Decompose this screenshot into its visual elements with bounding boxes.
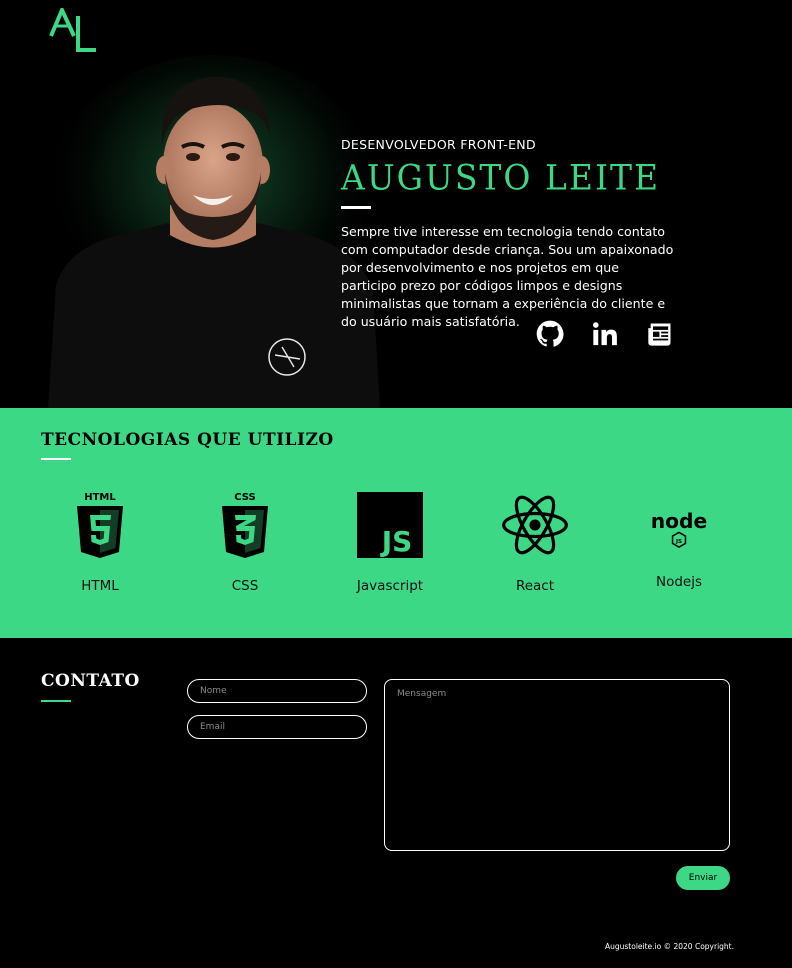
linkedin-link[interactable] <box>591 320 619 348</box>
hero-text: DESENVOLVEDOR FRONT-END AUGUSTO LEITE Se… <box>341 137 676 331</box>
tech-label: CSS <box>231 578 259 594</box>
contact-title-underline <box>41 700 71 702</box>
svg-text:JS: JS <box>380 525 413 558</box>
name-input[interactable] <box>187 679 367 703</box>
resume-link[interactable] <box>646 320 674 348</box>
resume-icon <box>648 323 671 346</box>
tech-label: React <box>515 578 555 594</box>
github-link[interactable] <box>536 320 564 348</box>
technologies-title: TECNOLOGIAS QUE UTILIZO <box>41 430 334 450</box>
svg-text:JS: JS <box>675 539 682 545</box>
linkedin-icon <box>592 322 617 346</box>
social-links <box>536 320 674 348</box>
hero-section: DESENVOLVEDOR FRONT-END AUGUSTO LEITE Se… <box>0 0 792 408</box>
contact-title: CONTATO <box>41 671 140 691</box>
technologies-title-underline <box>41 458 71 460</box>
technologies-section: TECNOLOGIAS QUE UTILIZO HTML HTML CSS CS… <box>0 408 792 638</box>
tech-label: HTML <box>81 578 119 594</box>
send-button[interactable]: Enviar <box>676 866 730 890</box>
nodejs-icon: node JS <box>644 490 714 560</box>
svg-text:node: node <box>651 509 708 533</box>
svg-text:HTML: HTML <box>84 492 116 503</box>
html5-icon: HTML <box>65 490 135 560</box>
contact-section: CONTATO Enviar Augustoleite.io © 2020 Co… <box>0 638 792 968</box>
tech-label: Nodejs <box>655 574 703 590</box>
tech-label: Javascript <box>356 578 424 594</box>
svg-text:CSS: CSS <box>234 492 255 503</box>
logo[interactable] <box>48 8 98 54</box>
message-textarea[interactable] <box>384 679 730 851</box>
profile-photo <box>43 55 383 408</box>
github-icon <box>536 320 564 347</box>
tech-item-react: React <box>475 490 595 594</box>
css3-icon: CSS <box>210 490 280 560</box>
footer-copyright: Augustoleite.io © 2020 Copyright. <box>605 942 734 951</box>
javascript-icon: JS <box>355 490 425 560</box>
tech-item-javascript: JS Javascript <box>330 490 450 594</box>
react-icon <box>500 490 570 560</box>
tech-item-nodejs: node JS Nodejs <box>619 490 739 590</box>
hero-name: AUGUSTO LEITE <box>341 157 661 198</box>
tech-item-css: CSS CSS <box>185 490 305 594</box>
email-input[interactable] <box>187 715 367 739</box>
hero-subtitle: DESENVOLVEDOR FRONT-END <box>341 137 536 152</box>
hero-bio: Sempre tive interesse em tecnologia tend… <box>341 224 674 329</box>
tech-item-html: HTML HTML <box>40 490 160 594</box>
name-underline <box>341 206 371 209</box>
